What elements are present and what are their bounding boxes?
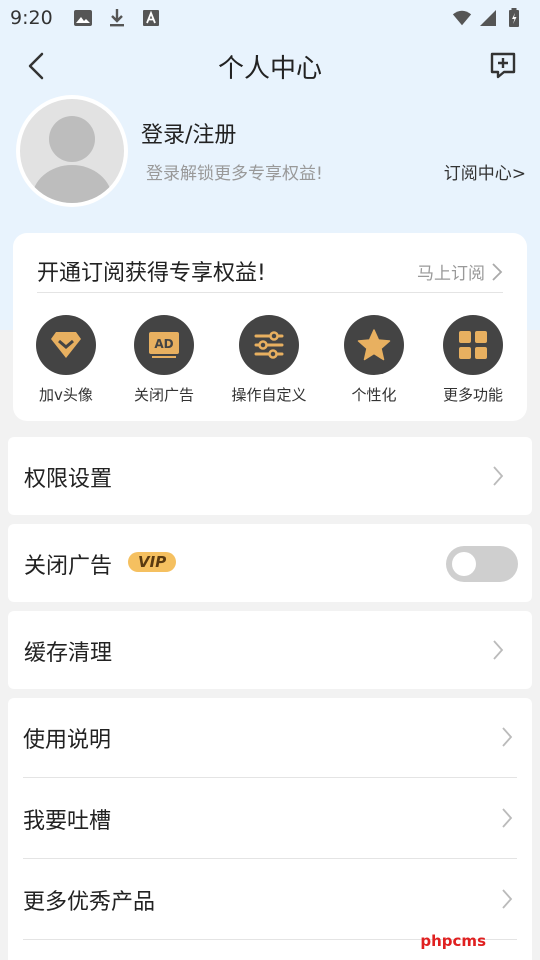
chevron-right-icon bbox=[502, 727, 513, 747]
feedback-button[interactable] bbox=[488, 50, 518, 80]
login-subtitle: 登录解锁更多专享权益! bbox=[146, 164, 323, 184]
permission-settings-row[interactable]: 权限设置 bbox=[8, 437, 532, 515]
user-placeholder-icon bbox=[20, 99, 124, 203]
more-products-row[interactable]: 更多优秀产品 bbox=[23, 860, 517, 940]
battery-icon bbox=[504, 8, 524, 28]
clear-cache-row[interactable]: 缓存清理 bbox=[8, 611, 532, 689]
toggle-knob bbox=[452, 552, 476, 576]
watermark: phpcms bbox=[420, 932, 486, 950]
wifi-icon bbox=[452, 8, 472, 28]
star-icon bbox=[344, 315, 404, 375]
feature-close-ads[interactable]: AD 关闭广告 bbox=[114, 315, 214, 405]
feature-label: 个性化 bbox=[351, 386, 397, 404]
download-icon bbox=[107, 8, 127, 28]
ad-icon: AD bbox=[134, 315, 194, 375]
more-options-group: 使用说明 我要吐槽 更多优秀产品 bbox=[8, 698, 532, 960]
grid-icon bbox=[443, 315, 503, 375]
status-time: 9:20 bbox=[10, 7, 53, 29]
v-badge-icon bbox=[36, 315, 96, 375]
close-ads-toggle[interactable] bbox=[446, 546, 518, 582]
chevron-right-icon bbox=[492, 262, 503, 281]
login-register-link[interactable]: 登录/注册 bbox=[141, 117, 236, 149]
feature-personalize[interactable]: 个性化 bbox=[324, 315, 424, 405]
add-note-icon bbox=[490, 52, 516, 79]
subscription-card-title: 开通订阅获得专享权益! bbox=[37, 261, 266, 286]
status-bar: 9:20 bbox=[0, 0, 540, 36]
subscription-card: 开通订阅获得专享权益! 马上订阅 加v头像 AD 关闭广告 操作自定义 个性化 … bbox=[13, 233, 527, 421]
permission-settings-label: 权限设置 bbox=[24, 467, 113, 492]
vip-badge: VIP bbox=[128, 552, 177, 572]
subscription-card-header: 开通订阅获得专享权益! 马上订阅 bbox=[37, 255, 503, 293]
chevron-right-icon bbox=[493, 640, 504, 660]
svg-text:AD: AD bbox=[154, 337, 173, 351]
avatar[interactable] bbox=[16, 95, 128, 207]
instructions-row[interactable]: 使用说明 bbox=[23, 698, 517, 778]
close-ads-row: 关闭广告 VIP bbox=[8, 524, 532, 602]
feature-grid: 加v头像 AD 关闭广告 操作自定义 个性化 更多功能 bbox=[13, 315, 527, 415]
subscription-center-link[interactable]: 订阅中心> bbox=[444, 159, 526, 184]
feature-v-avatar[interactable]: 加v头像 bbox=[16, 315, 116, 405]
more-products-label: 更多优秀产品 bbox=[23, 890, 156, 915]
clear-cache-label: 缓存清理 bbox=[24, 641, 113, 666]
feedback-row[interactable]: 我要吐槽 bbox=[23, 779, 517, 859]
instructions-label: 使用说明 bbox=[23, 728, 112, 753]
feature-label: 更多功能 bbox=[442, 386, 503, 404]
image-icon bbox=[73, 8, 93, 28]
feature-label: 关闭广告 bbox=[133, 386, 194, 404]
chevron-right-icon bbox=[502, 808, 513, 828]
sliders-icon bbox=[239, 315, 299, 375]
chevron-right-icon bbox=[493, 466, 504, 486]
feature-more[interactable]: 更多功能 bbox=[423, 315, 523, 405]
subscribe-now-button[interactable]: 马上订阅 bbox=[417, 259, 503, 284]
feature-label: 加v头像 bbox=[39, 386, 93, 404]
feature-custom-operation[interactable]: 操作自定义 bbox=[219, 315, 319, 405]
subscribe-now-label: 马上订阅 bbox=[417, 264, 485, 284]
a-box-icon bbox=[141, 8, 161, 28]
chevron-right-icon bbox=[502, 889, 513, 909]
feature-label: 操作自定义 bbox=[231, 386, 307, 404]
feedback-label: 我要吐槽 bbox=[23, 809, 112, 834]
page-title: 个人中心 bbox=[217, 54, 322, 84]
signal-icon bbox=[478, 8, 498, 28]
profile-section: 登录/注册 登录解锁更多专享权益! 订阅中心> bbox=[16, 95, 526, 207]
nav-bar: 个人中心 bbox=[0, 40, 540, 90]
close-ads-label: 关闭广告 bbox=[24, 554, 113, 579]
